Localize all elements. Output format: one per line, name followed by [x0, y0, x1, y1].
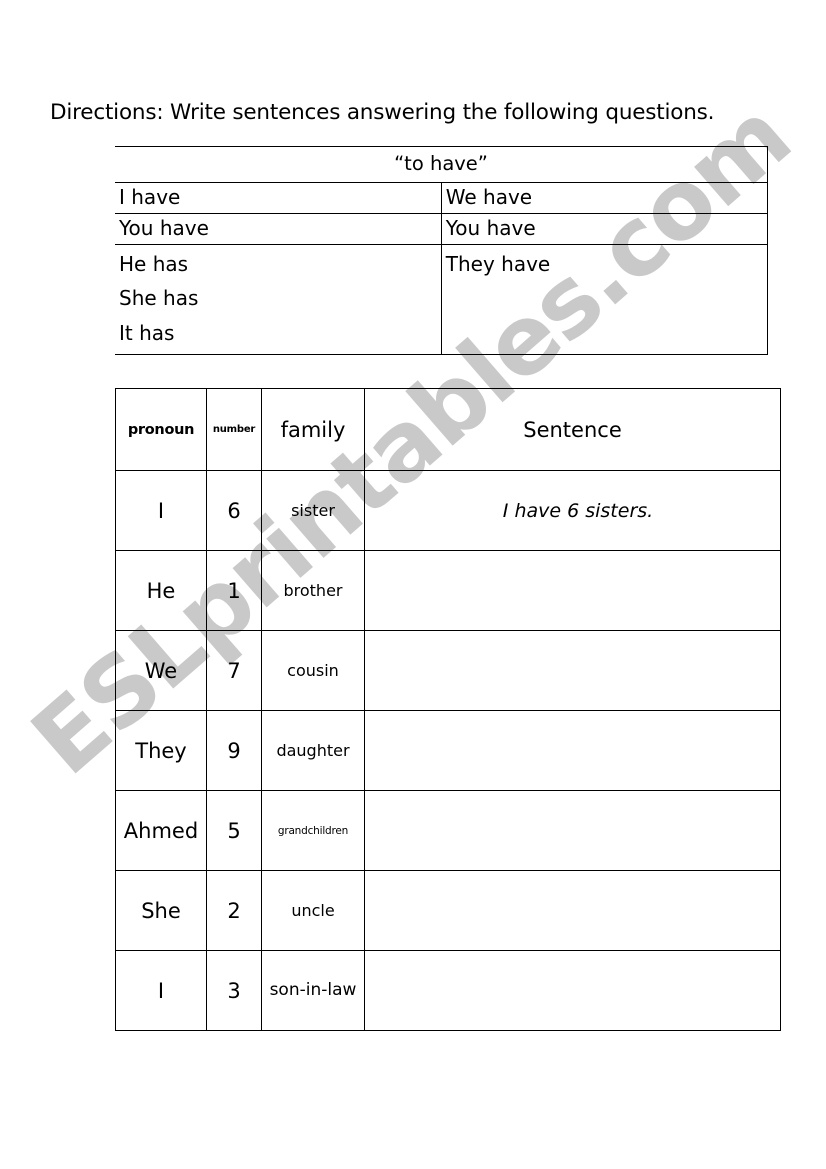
to-have-conjugation-table: “to have” I have We have You have You ha… [115, 146, 769, 356]
table-row: We 7 cousin [115, 630, 781, 711]
directions-text: Directions: Write sentences answering th… [50, 100, 715, 125]
cell-sentence-example[interactable]: I have 6 sisters. [364, 470, 781, 551]
table-row: I have We have [115, 182, 769, 214]
cell-you-have-plural: You have [441, 213, 769, 245]
cell-number: 1 [206, 550, 262, 631]
cell-number: 9 [206, 710, 262, 791]
cell-pronoun: We [115, 630, 207, 711]
cell-pronoun: I [115, 950, 207, 1031]
table-row: She 2 uncle [115, 870, 781, 951]
table-row: I 6 sister I have 6 sisters. [115, 470, 781, 551]
cell-family: sister [261, 470, 365, 551]
cell-family: brother [261, 550, 365, 631]
table-header-row: pronoun number family Sentence [115, 388, 781, 471]
table-row: Ahmed 5 grandchildren [115, 790, 781, 871]
cell-pronoun: He [115, 550, 207, 631]
cell-i-have: I have [115, 182, 442, 214]
cell-he-has: He has [119, 252, 189, 276]
cell-we-have: We have [441, 182, 769, 214]
table-row: He has She has It has They have [115, 243, 769, 356]
table-row: “to have” [115, 146, 768, 183]
cell-pronoun: They [115, 710, 207, 791]
cell-pronoun: I [115, 470, 207, 551]
cell-it-has: It has [119, 320, 175, 345]
header-number: number [206, 388, 262, 471]
to-have-title: “to have” [115, 146, 768, 183]
cell-sentence-blank[interactable] [364, 870, 781, 951]
cell-she-has: She has [119, 286, 199, 311]
cell-sentence-blank[interactable] [364, 790, 781, 871]
cell-pronoun: Ahmed [115, 790, 207, 871]
cell-family: cousin [261, 630, 365, 711]
cell-number: 7 [206, 630, 262, 711]
cell-third-person-singular: He has She has It has [115, 243, 442, 356]
cell-number: 2 [206, 870, 262, 951]
worksheet-page: ESLprintables.com Directions: Write sent… [0, 0, 826, 1169]
table-row: He 1 brother [115, 550, 781, 631]
cell-number: 6 [206, 470, 262, 551]
table-row: You have You have [115, 213, 769, 245]
cell-sentence-blank[interactable] [364, 950, 781, 1031]
cell-family: daughter [261, 710, 365, 791]
exercise-table: pronoun number family Sentence I 6 siste… [115, 388, 781, 1031]
worksheet-content: Directions: Write sentences answering th… [0, 0, 826, 1169]
cell-sentence-blank[interactable] [364, 710, 781, 791]
cell-number: 5 [206, 790, 262, 871]
cell-pronoun: She [115, 870, 207, 951]
cell-sentence-blank[interactable] [364, 630, 781, 711]
table-row: They 9 daughter [115, 710, 781, 791]
cell-sentence-blank[interactable] [364, 550, 781, 631]
cell-they-have: They have [441, 243, 769, 356]
cell-family: uncle [261, 870, 365, 951]
cell-number: 3 [206, 950, 262, 1031]
header-pronoun: pronoun [115, 388, 207, 471]
header-sentence: Sentence [364, 388, 781, 471]
cell-family: grandchildren [261, 790, 365, 871]
cell-family: son-in-law [261, 950, 365, 1031]
cell-you-have-singular: You have [115, 213, 442, 245]
header-family: family [261, 388, 365, 471]
table-row: I 3 son-in-law [115, 950, 781, 1031]
